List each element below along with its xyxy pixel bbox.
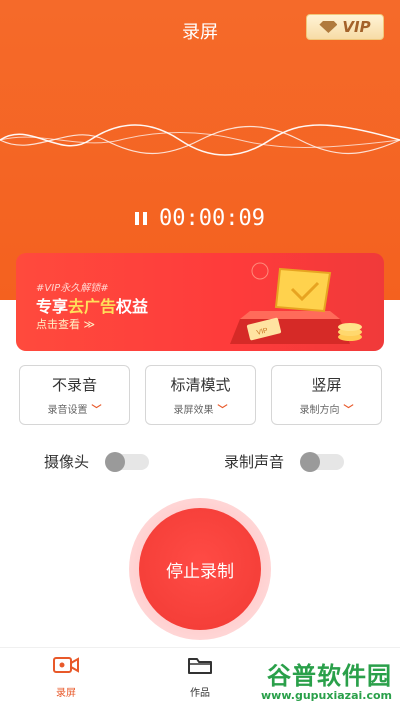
banner-title-highlight: 去广告 [68,297,117,316]
vip-promo-banner[interactable]: #VIP永久解锁# 专享去广告权益 点击查看 ≫ VIP [16,253,384,351]
toggle-knob [105,451,126,472]
video-camera-icon [53,657,79,673]
audio-waveform [0,124,400,156]
vip-button[interactable]: VIP [306,14,384,40]
chevron-down-icon: ﹀ [217,405,228,416]
tab-record[interactable]: 录屏 [36,654,96,699]
toggle-knob [300,451,321,472]
toggle-row: 摄像头 录制声音 [40,451,360,475]
banner-tag: #VIP永久解锁# [36,283,109,294]
chevron-down-icon: ﹀ [91,405,102,416]
camera-toggle-label: 摄像头 [44,453,90,471]
quality-setting-sub: 录屏效果 [173,405,214,416]
vip-label: VIP [342,18,371,36]
pause-icon[interactable] [135,212,148,225]
watermark-title: 谷普软件园 [267,662,392,690]
orientation-setting-sub: 录制方向 [299,405,340,416]
diamond-icon [319,21,338,33]
folder-icon [188,658,212,674]
banner-cta: 点击查看 ≫ [36,318,96,331]
watermark-url: www.gupuxiazai.com [261,689,392,702]
audio-toggle[interactable] [300,451,345,472]
banner-title: 专享去广告权益 [36,293,148,317]
camera-toggle[interactable] [105,451,150,472]
watermark: 谷普软件园 www.gupuxiazai.com [212,655,392,703]
orientation-setting-button[interactable]: 竖屏 录制方向 ﹀ [271,365,382,425]
audio-setting-title: 不录音 [51,376,97,394]
gift-box-illustration: VIP [230,262,362,344]
stop-recording-button[interactable]: 停止录制 [139,508,261,630]
timer-value: 00:00:09 [159,206,265,231]
quality-setting-title: 标清模式 [170,376,231,394]
quality-setting-button[interactable]: 标清模式 录屏效果 ﹀ [145,365,256,425]
stop-button-halo: 停止录制 [129,498,271,640]
audio-setting-button[interactable]: 不录音 录音设置 ﹀ [19,365,130,425]
recording-options: 不录音 录音设置 ﹀ 标清模式 录屏效果 ﹀ 竖屏 录制方向 ﹀ [19,365,382,425]
recording-timer: 00:00:09 [0,206,400,231]
audio-toggle-label: 录制声音 [224,453,285,471]
banner-title-prefix: 专享 [36,297,69,316]
audio-setting-sub: 录音设置 [47,405,88,416]
chevron-down-icon: ﹀ [343,405,354,416]
orientation-setting-title: 竖屏 [311,376,342,394]
banner-title-suffix: 权益 [116,297,149,316]
tab-record-label: 录屏 [56,688,76,699]
